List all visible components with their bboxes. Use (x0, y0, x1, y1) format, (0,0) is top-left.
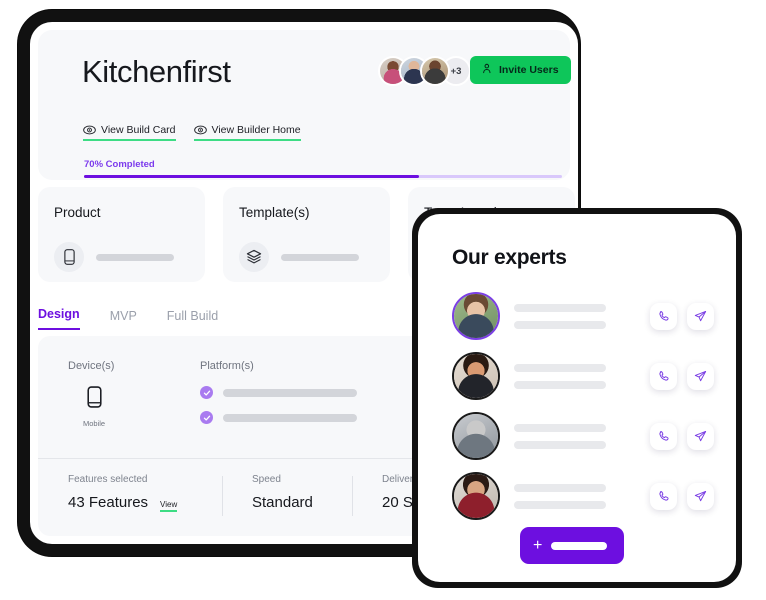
info-card-skeleton (96, 253, 174, 261)
eye-icon (83, 125, 96, 135)
design-panel-columns: Device(s) Mobile Platform(s) (68, 360, 357, 436)
platform-skeleton (223, 388, 357, 397)
layers-icon (239, 242, 269, 272)
phone-icon[interactable] (650, 482, 677, 510)
send-icon[interactable] (687, 482, 714, 510)
info-card-product[interactable]: Product (38, 187, 205, 282)
stat-value: Standard (252, 494, 313, 511)
info-card-title: Product (54, 205, 101, 220)
avatar (452, 412, 500, 460)
experts-panel: Our experts + (418, 214, 736, 582)
expert-actions (650, 362, 714, 390)
expert-role-skeleton (514, 380, 606, 389)
list-item[interactable] (452, 466, 714, 526)
info-card-title: Template(s) (239, 205, 310, 220)
phone-icon[interactable] (650, 422, 677, 450)
expert-actions (650, 482, 714, 510)
expert-skeleton-lines (514, 423, 636, 449)
invite-users-label: Invite Users (499, 64, 559, 76)
mobile-icon (54, 242, 84, 272)
check-icon (200, 386, 213, 399)
platform-row (200, 386, 357, 399)
expert-role-skeleton (514, 320, 606, 329)
expert-name-skeleton (514, 303, 606, 312)
invite-users-button[interactable]: Invite Users (470, 56, 571, 84)
info-card-templates[interactable]: Template(s) (223, 187, 390, 282)
send-icon[interactable] (687, 362, 714, 390)
stat-features-selected: Features selected 43 Features View (38, 474, 222, 512)
check-icon (200, 411, 213, 424)
expert-name-skeleton (514, 363, 606, 372)
plus-icon: + (533, 536, 543, 554)
expert-name-skeleton (514, 483, 606, 492)
view-features-link[interactable]: View (160, 500, 178, 512)
send-icon[interactable] (687, 302, 714, 330)
experts-list (452, 286, 714, 526)
stat-label: Features selected (68, 474, 148, 485)
avatar (452, 352, 500, 400)
expert-role-skeleton (514, 440, 606, 449)
page-title: Kitchenfirst (82, 54, 231, 89)
devices-column: Device(s) Mobile (68, 360, 120, 436)
expert-actions (650, 302, 714, 330)
platform-skeleton (223, 413, 357, 422)
devices-heading: Device(s) (68, 360, 115, 372)
eye-icon (193, 125, 207, 135)
member-avatar-group[interactable]: +3 (378, 56, 471, 86)
send-icon[interactable] (687, 422, 714, 450)
platforms-column: Platform(s) (200, 360, 357, 436)
platforms-heading: Platform(s) (200, 360, 254, 372)
phone-icon[interactable] (650, 302, 677, 330)
device-item-mobile: Mobile (68, 386, 120, 428)
view-builder-home-label: View Builder Home (211, 124, 301, 136)
add-button-skeleton (551, 541, 608, 550)
stat-value-wrap: 43 Features View (68, 494, 222, 512)
project-header: Kitchenfirst View Build Card View Builde… (38, 30, 571, 180)
progress-bar (84, 175, 562, 178)
expert-actions (650, 422, 714, 450)
phone-icon[interactable] (650, 362, 677, 390)
expert-skeleton-lines (514, 303, 636, 329)
list-item[interactable] (452, 406, 714, 466)
stat-value: 43 Features (68, 494, 149, 511)
expert-role-skeleton (514, 500, 606, 509)
tab-design[interactable]: Design (38, 307, 80, 330)
view-build-card-link[interactable]: View Build Card (83, 124, 176, 141)
platform-row (200, 411, 357, 424)
avatar (452, 292, 500, 340)
build-stage-tabs: Design MVP Full Build (38, 307, 218, 330)
mobile-icon (86, 386, 102, 413)
progress-label: 70% Completed (84, 159, 155, 170)
header-links: View Build Card View Builder Home (83, 124, 301, 141)
info-card-skeleton (281, 253, 359, 261)
progress-bar-fill (84, 175, 419, 178)
list-item[interactable] (452, 346, 714, 406)
expert-name-skeleton (514, 423, 606, 432)
expert-skeleton-lines (514, 483, 636, 509)
tab-mvp[interactable]: MVP (110, 309, 137, 330)
list-item[interactable] (452, 286, 714, 346)
stat-speed: Speed Standard (222, 474, 352, 516)
avatar (420, 56, 450, 86)
stat-label: Speed (252, 474, 281, 485)
device-label: Mobile (82, 419, 106, 428)
view-build-card-label: View Build Card (101, 124, 176, 136)
screenshot-stage: Kitchenfirst View Build Card View Builde… (0, 0, 766, 600)
view-builder-home-link[interactable]: View Builder Home (193, 124, 301, 141)
avatar (452, 472, 500, 520)
expert-skeleton-lines (514, 363, 636, 389)
person-add-icon (482, 63, 493, 77)
add-expert-button[interactable]: + (520, 527, 624, 564)
tab-full-build[interactable]: Full Build (167, 309, 218, 330)
experts-title: Our experts (452, 246, 567, 269)
stat-value-wrap: Standard (252, 494, 352, 511)
